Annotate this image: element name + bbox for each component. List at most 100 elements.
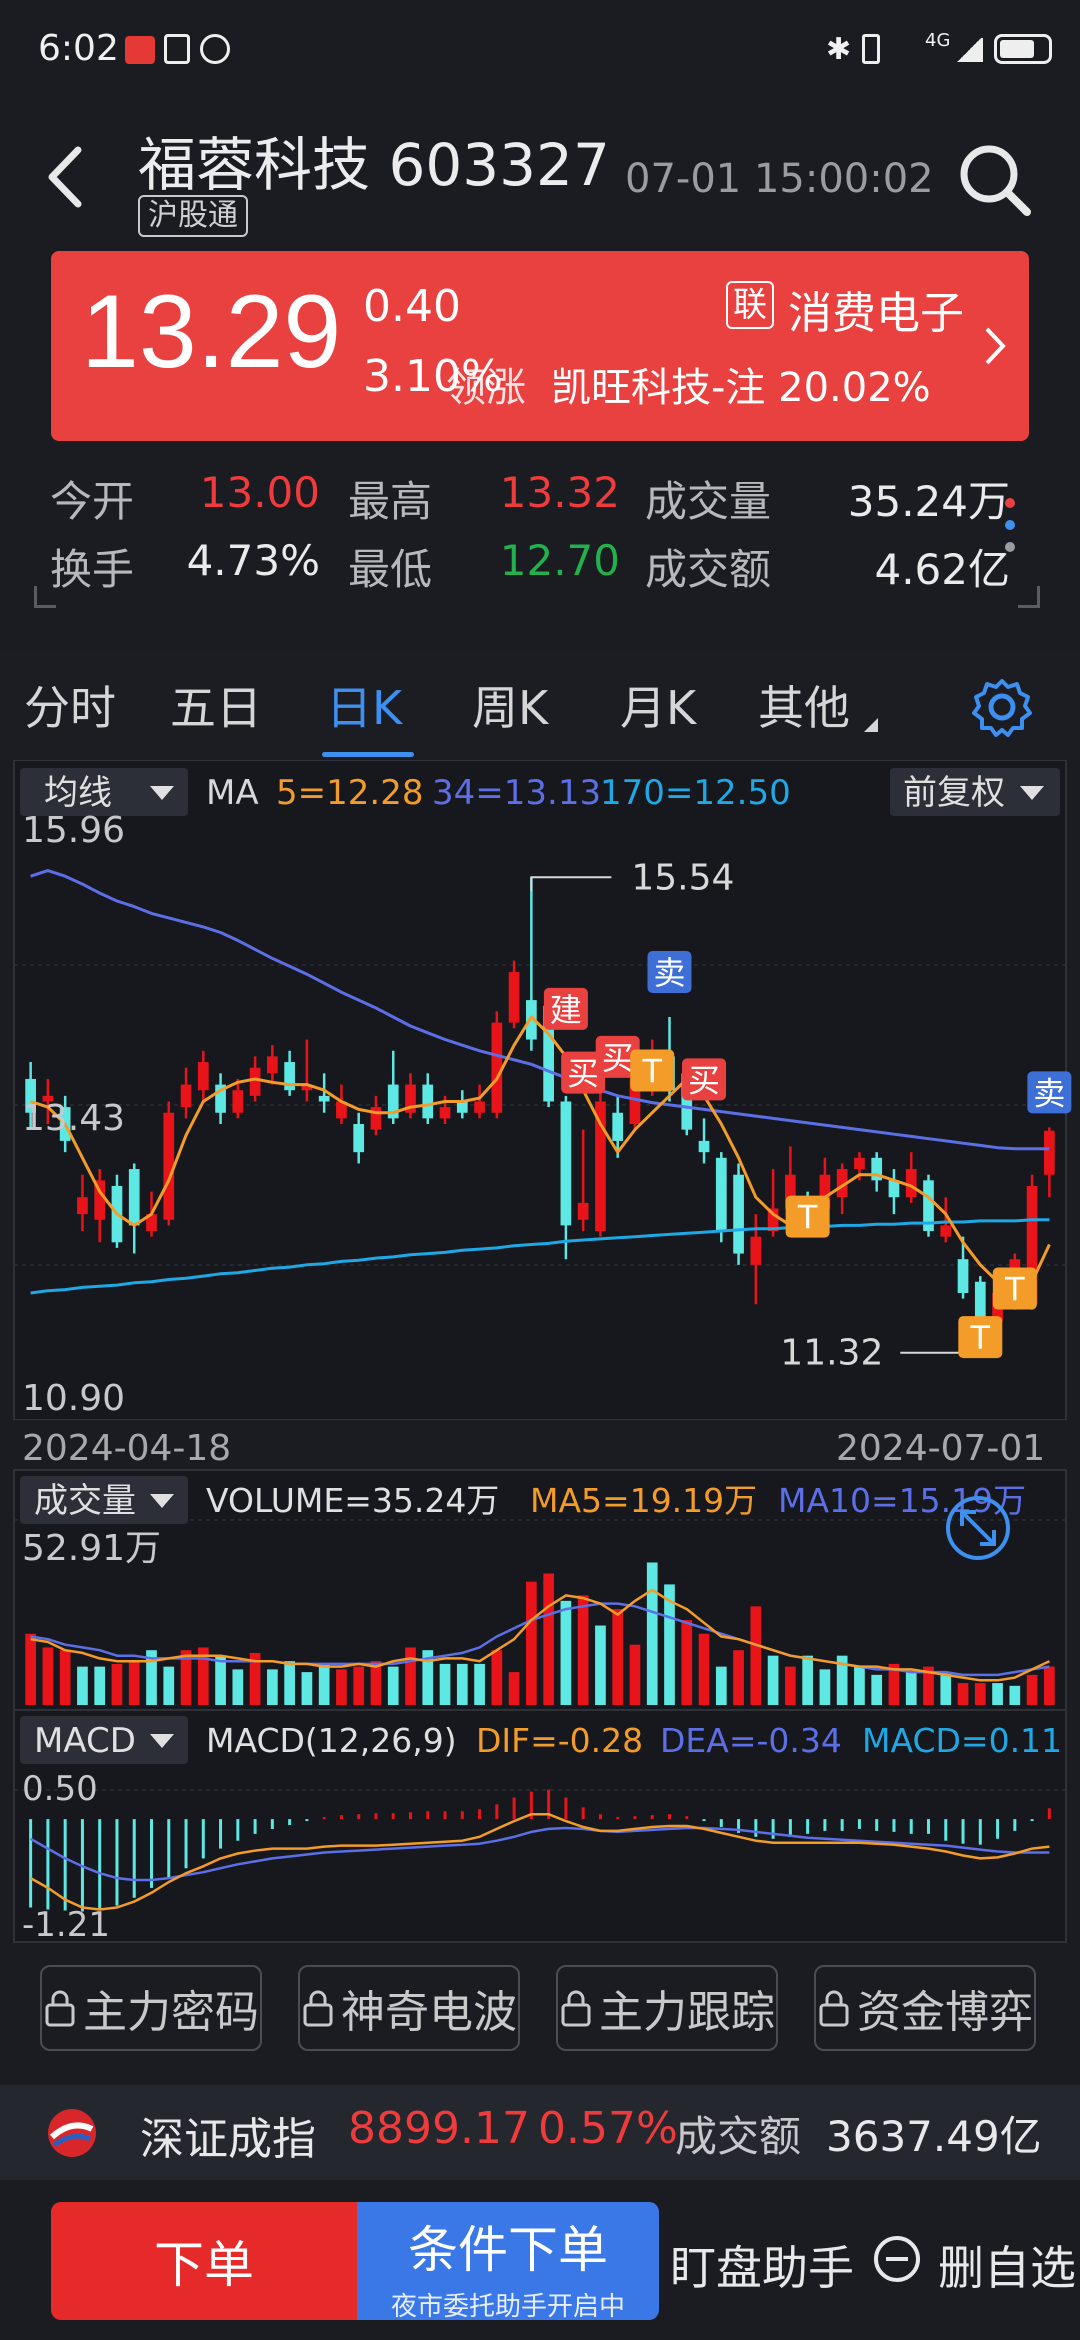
collapse-corner-icon (34, 586, 56, 608)
remove-circle-icon[interactable] (872, 2234, 922, 2284)
sector-badge: 联 (726, 281, 774, 329)
trade-signal-label: T (970, 1319, 991, 1357)
connect-tag[interactable]: 沪股通 (138, 195, 248, 237)
index-ticker-bar[interactable]: 深证成指 8899.17 0.57% 成交额 3637.49亿 (0, 2085, 1080, 2180)
low-value: 12.70 (499, 536, 620, 585)
trade-signal-label: 卖 (1033, 1074, 1065, 1112)
lock-feature-button[interactable]: 主力密码 (40, 1965, 262, 2051)
volume-bar (491, 1650, 503, 1705)
lock-feature-button[interactable]: 神奇电波 (298, 1965, 520, 2051)
signal-icon (955, 38, 983, 62)
candle-body (474, 1101, 485, 1113)
candle-body (128, 1169, 140, 1226)
tab-five-day[interactable]: 五日 (170, 672, 262, 738)
candle-body (77, 1197, 88, 1215)
candle-body (491, 1022, 503, 1113)
candle-body (232, 1090, 244, 1113)
quote-stats: 今开 13.00 最高 13.32 成交量 35.24万 换手 4.73% 最低… (34, 458, 1040, 618)
macd-selector-label: MACD (34, 1721, 136, 1761)
max-price-label: 15.54 (631, 857, 734, 898)
lock-feature-button[interactable]: 资金博弈 (814, 1965, 1036, 2051)
vibrate-icon (862, 34, 880, 64)
volume-bar (94, 1666, 106, 1705)
lock-icon (561, 1990, 591, 2027)
volume-bar (59, 1650, 71, 1705)
quote-datetime: 07-01 15:00:02 (625, 156, 934, 202)
tab-intraday[interactable]: 分时 (24, 672, 116, 738)
trade-signal-label: T (1004, 1271, 1025, 1309)
chevron-right-icon (985, 327, 1006, 365)
volume-bar (163, 1666, 175, 1705)
volume-bar (25, 1633, 36, 1705)
volume-bar (77, 1666, 88, 1705)
settings-gear-icon[interactable] (970, 675, 1034, 739)
action-bar: 下单 条件下单 夜市委托助手开启中 盯盘助手 删自选 (0, 2190, 1080, 2340)
szse-logo-icon (48, 2109, 96, 2157)
kline-chart-area[interactable]: 均线 MA 5=12.28 34=13.13 170=12.50 前复权 15.… (0, 759, 1080, 1950)
trade-signal-label: 买 (602, 1039, 634, 1077)
lock-feature-label: 神奇电波 (341, 1987, 517, 2038)
tab-monthly-k[interactable]: 月K (620, 672, 696, 738)
volume-bar (508, 1672, 520, 1705)
more-dot-icon[interactable] (1005, 498, 1015, 508)
status-bar: 6:02 ✱ 4G (0, 0, 1080, 100)
candle-panel-frame (13, 759, 1067, 1421)
volume-bar (560, 1600, 572, 1705)
search-icon[interactable] (955, 140, 1035, 220)
stock-code: 603327 (388, 131, 610, 199)
candle-body (940, 1225, 952, 1237)
tab-other[interactable]: 其他 (758, 672, 850, 738)
more-dot-icon[interactable] (1005, 520, 1015, 530)
volume-bar (336, 1669, 347, 1705)
more-dot-icon[interactable] (1005, 542, 1015, 552)
monitor-assistant-button[interactable]: 盯盘助手 (670, 2232, 854, 2298)
price-change: 0.40 (363, 281, 461, 332)
candle-body (854, 1157, 865, 1170)
period-tabs: 分时 五日 日K 周K 月K 其他 (0, 650, 1080, 760)
candle-body (508, 971, 520, 1023)
candle-body (353, 1124, 365, 1153)
news-app-icon (125, 36, 155, 64)
kline-chart-svg[interactable]: 均线 MA 5=12.28 34=13.13 170=12.50 前复权 15.… (0, 759, 1080, 1950)
order-button[interactable]: 下单 (51, 2202, 357, 2320)
lock-feature-label: 资金博弈 (857, 1987, 1033, 2038)
volume-bar (318, 1663, 330, 1705)
volume-bar (387, 1666, 399, 1705)
candle-body (1044, 1130, 1055, 1175)
volume-bar (974, 1683, 986, 1705)
volume-bar (819, 1669, 831, 1705)
volume-label: 成交量 (645, 477, 772, 526)
volume-bar (474, 1663, 485, 1705)
candle-body (318, 1095, 330, 1102)
trade-signal-label: 卖 (653, 954, 685, 992)
candle-body (249, 1067, 261, 1096)
volume-bar (802, 1655, 813, 1705)
index-value: 8899.17 (348, 2103, 530, 2154)
volume-bar (232, 1669, 244, 1705)
low-label: 最低 (348, 545, 433, 594)
candle-body (715, 1157, 727, 1232)
price-panel[interactable]: 13.29 0.40 3.10% 领涨 联 消费电子 凯旺科技-注 20.02% (51, 251, 1029, 441)
volume-bar (733, 1650, 744, 1705)
macd-dif-legend: DIF=-0.28 (476, 1721, 643, 1760)
sector-name: 消费电子 (788, 288, 964, 339)
remove-watchlist-button[interactable]: 删自选 (938, 2232, 1076, 2298)
tab-weekly-k[interactable]: 周K (472, 672, 548, 738)
volume-bar (1026, 1674, 1038, 1705)
macd-dea-legend: DEA=-0.34 (660, 1721, 842, 1760)
conditional-order-button[interactable]: 条件下单 夜市委托助手开启中 (357, 2202, 659, 2322)
volume-bar (526, 1581, 537, 1705)
collapse-corner-icon (1018, 586, 1040, 608)
candle-body (456, 1101, 468, 1113)
volume-bar (42, 1647, 54, 1705)
order-button-label: 下单 (154, 2236, 254, 2294)
volume-bar (595, 1625, 606, 1705)
amount-value: 4.62亿 (874, 545, 1010, 594)
stock-title: 福蓉科技 603327 (138, 118, 610, 202)
index-change-pct: 0.57% (538, 2103, 678, 2154)
lock-feature-button[interactable]: 主力跟踪 (556, 1965, 778, 2051)
index-amount-label: 成交额 (675, 2112, 802, 2161)
back-icon[interactable] (40, 142, 90, 212)
volume-bar (284, 1661, 295, 1705)
tab-daily-k[interactable]: 日K (326, 672, 402, 738)
